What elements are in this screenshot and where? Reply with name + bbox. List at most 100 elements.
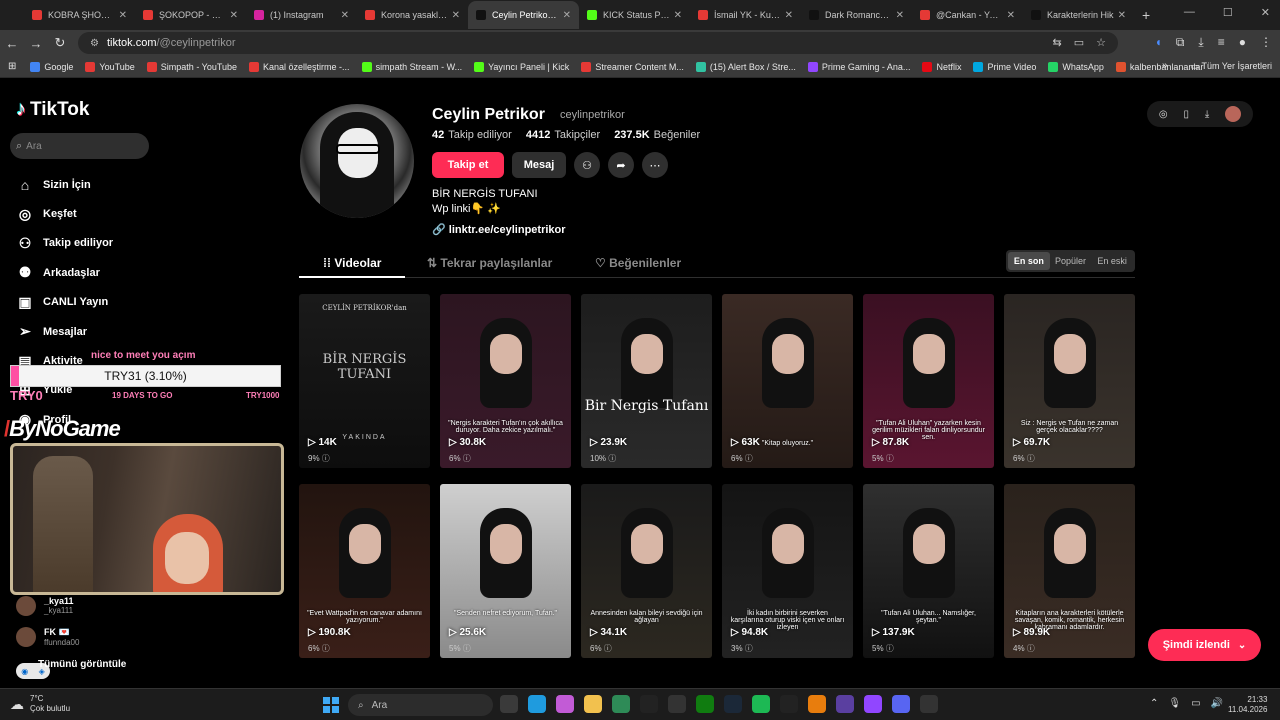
sort-option[interactable]: Popüler xyxy=(1050,252,1092,270)
spotify-icon[interactable] xyxy=(752,695,770,713)
tab-close-icon[interactable]: ✕ xyxy=(1007,10,1015,21)
tray-overflow-icon[interactable]: ⌃ xyxy=(1150,698,1158,709)
apps-icon[interactable]: ⊞ xyxy=(8,61,16,72)
sidebar-item[interactable]: ⚉ Arkadaşlar xyxy=(16,258,113,287)
video-card[interactable]: "Nergis karakteri Tufan'ın çok akıllıca … xyxy=(440,294,571,468)
bookmark-item[interactable]: Kanal özelleştirme -... xyxy=(249,61,350,72)
following-item[interactable]: _kya11 _kya111 xyxy=(16,590,79,621)
tiktok-logo[interactable]: ♪ TikTok xyxy=(16,98,89,121)
sort-option[interactable]: En son xyxy=(1008,252,1050,270)
maximize-icon[interactable]: ☐ xyxy=(1223,6,1233,19)
sidebar-item[interactable]: ⌂ Sizin İçin xyxy=(16,170,113,199)
capcut-icon[interactable] xyxy=(780,695,798,713)
add-friend-icon[interactable]: ⚇ xyxy=(574,152,600,178)
back-icon[interactable]: ← xyxy=(0,36,24,51)
volume-icon[interactable]: 🔊 xyxy=(1211,698,1223,709)
following-item[interactable]: FK 💌 ffunnda00 xyxy=(16,621,79,652)
network-icon[interactable]: ▭ xyxy=(1191,698,1200,709)
bookmark-item[interactable]: WhatsApp xyxy=(1048,61,1104,72)
twitch-icon[interactable] xyxy=(864,695,882,713)
sidebar-item[interactable]: ◎ Keşfet xyxy=(16,199,113,228)
steam-icon[interactable] xyxy=(724,695,742,713)
browser-tab[interactable]: Dark Romance Ki ✕ xyxy=(801,1,912,29)
discord-icon[interactable] xyxy=(892,695,910,713)
tab-close-icon[interactable]: ✕ xyxy=(563,10,571,21)
tab-close-icon[interactable]: ✕ xyxy=(1118,10,1126,21)
device-icon[interactable]: ▯ xyxy=(1183,109,1189,120)
cast-icon[interactable]: ▭ xyxy=(1074,36,1084,49)
translate-icon[interactable]: ⇆ xyxy=(1053,36,1062,49)
xbox-icon[interactable] xyxy=(696,695,714,713)
address-bar[interactable]: ⚙ tiktok.com/@ceylinpetrikor ⇆ ▭ ☆ xyxy=(78,32,1118,54)
sort-option[interactable]: En eski xyxy=(1091,252,1133,270)
message-button[interactable]: Mesaj xyxy=(512,152,566,178)
video-card[interactable]: "Evet Wattpad'in en canavar adamını yazı… xyxy=(299,484,430,658)
bookmarks-overflow-icon[interactable]: » xyxy=(1162,60,1168,71)
reload-icon[interactable]: ↻ xyxy=(48,35,72,51)
profile-icon[interactable]: ● xyxy=(1239,35,1246,50)
chrome-icon[interactable] xyxy=(612,695,630,713)
all-bookmarks[interactable]: ▭ Tüm Yer İşaretleri xyxy=(1191,61,1272,72)
video-card[interactable]: Bir Nergis Tufanı ▷ 23.9K 10% ⓘ xyxy=(581,294,712,468)
bookmark-item[interactable]: simpath Stream - W... xyxy=(361,61,462,72)
see-all-link[interactable]: Tümünü görüntüle xyxy=(38,659,126,670)
obs-icon[interactable] xyxy=(836,695,854,713)
taskbar-search[interactable]: ⌕ Ara xyxy=(348,694,493,716)
bookmark-item[interactable]: Simpath - YouTube xyxy=(146,61,237,72)
site-info-icon[interactable]: ⚙ xyxy=(90,38,99,49)
user-avatar[interactable] xyxy=(1225,106,1242,122)
weather-widget[interactable]: ☁ 7°C Çok bulutlu xyxy=(10,694,70,714)
following-stat[interactable]: 42 Takip ediliyor xyxy=(432,129,512,141)
tab-reposts[interactable]: ⇅ Tekrar paylaşılanlar xyxy=(427,256,552,270)
tab-close-icon[interactable]: ✕ xyxy=(341,10,349,21)
sidebar-item[interactable]: ⚇ Takip ediliyor xyxy=(16,229,113,258)
minimize-icon[interactable]: — xyxy=(1184,6,1195,19)
bookmark-item[interactable]: Prime Gaming - Ana... xyxy=(807,61,910,72)
tab-close-icon[interactable]: ✕ xyxy=(674,10,682,21)
followers-stat[interactable]: 4412 Takipçiler xyxy=(526,129,600,141)
download-app-icon[interactable]: ⤓ xyxy=(1205,109,1209,120)
download-icon[interactable]: ⤓ xyxy=(1198,35,1203,50)
start-icon[interactable] xyxy=(323,697,339,713)
bookmark-star-icon[interactable]: ☆ xyxy=(1096,36,1106,49)
microphone-icon[interactable]: 🎙 xyxy=(1168,698,1181,709)
browser-tab[interactable]: (1) Instagram ✕ xyxy=(246,1,357,29)
clock[interactable]: 21:33 11.04.2026 xyxy=(1228,695,1267,715)
video-card[interactable]: İki kadın birbirini severken karşılarına… xyxy=(722,484,853,658)
video-card[interactable]: "Tufan Ali Uluhan" yazarken kesin gerili… xyxy=(863,294,994,468)
blender-icon[interactable] xyxy=(808,695,826,713)
forward-icon[interactable]: → xyxy=(24,36,48,51)
browser-tab[interactable]: Ceylin Petrikor (@ ✕ xyxy=(468,1,579,29)
bookmark-item[interactable]: YouTube xyxy=(85,61,135,72)
sidebar-item[interactable]: ➢ Mesajlar xyxy=(16,317,113,346)
bookmark-item[interactable]: Yayıncı Paneli | Kick xyxy=(474,61,569,72)
epic-games-icon[interactable] xyxy=(640,695,658,713)
browser-tab[interactable]: Karakterlerin Hik ✕ xyxy=(1023,1,1134,29)
browser-tab[interactable]: KOBRA ŞHOW KR ✕ xyxy=(24,1,135,29)
bookmark-item[interactable]: Google xyxy=(30,61,73,72)
video-card[interactable]: "Tufan Ali Uluhan... Namslığer, şeytan."… xyxy=(863,484,994,658)
video-card[interactable]: Annesinden kalan bileyi sevdiğü için ağl… xyxy=(581,484,712,658)
bookmark-item[interactable]: Streamer Content M... xyxy=(581,61,684,72)
bookmark-item[interactable]: (15) Alert Box / Stre... xyxy=(695,61,796,72)
tab-videos[interactable]: ⁞⁞ Videolar xyxy=(323,256,381,270)
edge-icon[interactable] xyxy=(528,695,546,713)
share-icon[interactable]: ➦ xyxy=(608,152,634,178)
new-tab-icon[interactable]: + xyxy=(1142,7,1150,23)
coin-icon[interactable]: ◎ xyxy=(1159,109,1168,120)
search-input[interactable]: ⌕ Ara xyxy=(10,133,149,159)
extension-icon[interactable]: ◖ xyxy=(1155,35,1162,50)
file-explorer-icon[interactable] xyxy=(500,695,518,713)
tab-close-icon[interactable]: ✕ xyxy=(785,10,793,21)
tab-liked[interactable]: ♡ Beğenilenler xyxy=(595,256,681,270)
video-card[interactable]: "Senden nefret ediyorum, Tufan." ▷ 25.6K 5… xyxy=(440,484,571,658)
media-icon[interactable]: ≡ xyxy=(1218,35,1225,50)
bookmark-item[interactable]: Netflix xyxy=(922,61,961,72)
tab-close-icon[interactable]: ✕ xyxy=(896,10,904,21)
amazon-icon[interactable] xyxy=(668,695,686,713)
watched-now-button[interactable]: Şimdi izlendi ⌄ xyxy=(1148,629,1261,661)
tab-close-icon[interactable]: ✕ xyxy=(119,10,127,21)
video-card[interactable]: "Kitap oluyoruz." ▷ 63K 6% ⓘ xyxy=(722,294,853,468)
browser-tab[interactable]: ŞOKOPOP - YouT ✕ xyxy=(135,1,246,29)
close-icon[interactable]: ✕ xyxy=(1261,6,1270,19)
